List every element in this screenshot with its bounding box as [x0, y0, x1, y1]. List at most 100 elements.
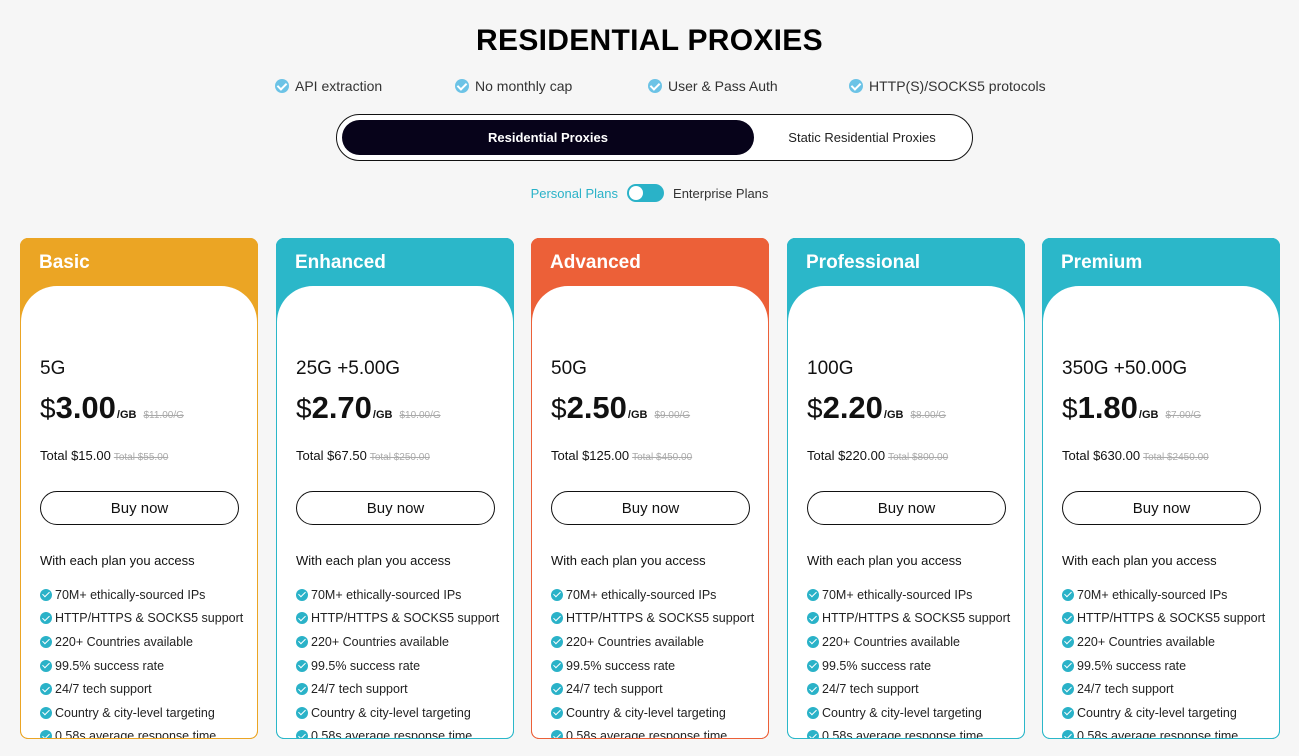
benefit-label: Country & city-level targeting [55, 705, 215, 720]
plan-total: Total $220.00 Total $800.00 [807, 448, 948, 463]
benefit-label: Country & city-level targeting [566, 705, 726, 720]
feature-item: HTTP(S)/SOCKS5 protocols [849, 78, 1046, 94]
benefit-item: 24/7 tech support [807, 677, 1010, 701]
tab-residential-proxies[interactable]: Residential Proxies [342, 120, 754, 155]
check-circle-icon [807, 683, 819, 696]
benefit-item: 220+ Countries available [1062, 630, 1265, 654]
benefit-item: 99.5% success rate [807, 654, 1010, 678]
price-amount: 2.70 [311, 390, 372, 425]
plan-type-toggle: Personal Plans Enterprise Plans [0, 184, 1299, 202]
benefit-item: 70M+ ethically-sourced IPs [551, 583, 754, 607]
personal-plans-label[interactable]: Personal Plans [531, 186, 618, 201]
check-circle-icon [296, 588, 308, 601]
buy-now-button[interactable]: Buy now [40, 491, 239, 525]
check-circle-icon [296, 683, 308, 696]
plan-name: Premium [1061, 252, 1143, 273]
plan-traffic: 350G +50.00G [1062, 358, 1188, 379]
page-title: RESIDENTIAL PROXIES [476, 24, 823, 57]
old-price: $7.00/G [1165, 410, 1202, 421]
plan-total: Total $630.00 Total $2450.00 [1062, 448, 1209, 463]
plan-body: 5G $3.00/GB $11.00/G Total $15.00 Total $55.… [21, 286, 257, 739]
plan-name: Professional [806, 252, 921, 273]
benefit-item: 70M+ ethically-sourced IPs [807, 583, 1010, 607]
check-circle-icon [648, 79, 662, 93]
benefit-item: HTTP/HTTPS & SOCKS5 support [40, 607, 243, 631]
plan-price: $3.00/GB $11.00/G [40, 390, 184, 426]
benefit-label: 220+ Countries available [1077, 634, 1215, 649]
benefit-item: 0.58s average response time [40, 725, 243, 739]
price-amount: 2.50 [566, 390, 627, 425]
benefit-label: 24/7 tech support [55, 682, 152, 697]
check-circle-icon [1062, 706, 1074, 719]
feature-item: User & Pass Auth [648, 78, 778, 94]
check-circle-icon [807, 730, 819, 739]
benefit-item: 70M+ ethically-sourced IPs [1062, 583, 1265, 607]
benefit-label: 220+ Countries available [566, 634, 704, 649]
buy-now-button[interactable]: Buy now [551, 491, 750, 525]
price-unit: /GB [372, 409, 393, 421]
plan-body: 50G $2.50/GB $9.00/G Total $125.00 Total $45… [532, 286, 768, 739]
total-price: Total $67.50 [296, 448, 367, 463]
buy-now-button[interactable]: Buy now [296, 491, 495, 525]
check-circle-icon [296, 635, 308, 648]
check-circle-icon [40, 588, 52, 601]
benefit-item: 99.5% success rate [1062, 654, 1265, 678]
buy-now-button[interactable]: Buy now [1062, 491, 1261, 525]
benefit-item: 0.58s average response time [296, 725, 499, 739]
check-circle-icon [296, 659, 308, 672]
old-total: Total $800.00 [888, 452, 949, 463]
benefit-label: 99.5% success rate [55, 658, 165, 673]
access-heading: With each plan you access [551, 553, 706, 568]
check-circle-icon [807, 706, 819, 719]
benefit-item: Country & city-level targeting [551, 701, 754, 725]
plan-name: Advanced [550, 252, 641, 273]
plan-traffic: 25G +5.00G [296, 358, 401, 379]
price-amount: 1.80 [1077, 390, 1138, 425]
buy-now-button[interactable]: Buy now [807, 491, 1006, 525]
benefit-item: 24/7 tech support [1062, 677, 1265, 701]
feature-label: User & Pass Auth [668, 78, 778, 94]
enterprise-plans-label[interactable]: Enterprise Plans [673, 186, 768, 201]
check-circle-icon [551, 588, 563, 601]
old-total: Total $2450.00 [1143, 452, 1209, 463]
benefit-label: 24/7 tech support [566, 682, 663, 697]
benefit-label: HTTP/HTTPS & SOCKS5 support [1077, 611, 1266, 626]
benefit-label: 99.5% success rate [822, 658, 932, 673]
check-circle-icon [275, 79, 289, 93]
benefit-label: HTTP/HTTPS & SOCKS5 support [566, 611, 755, 626]
benefit-label: 70M+ ethically-sourced IPs [311, 587, 462, 602]
plan-card: Premium 350G +50.00G $1.80/GB $7.00/G Total … [1042, 238, 1280, 739]
tab-static-residential-proxies[interactable]: Static Residential Proxies [757, 120, 967, 155]
price-amount: 2.20 [822, 390, 883, 425]
benefit-item: HTTP/HTTPS & SOCKS5 support [807, 607, 1010, 631]
benefit-label: 0.58s average response time [566, 729, 728, 739]
check-circle-icon [40, 635, 52, 648]
check-circle-icon [40, 683, 52, 696]
check-circle-icon [551, 730, 563, 739]
feature-label: No monthly cap [475, 78, 573, 94]
benefit-label: 0.58s average response time [1077, 729, 1239, 739]
benefit-item: 0.58s average response time [1062, 725, 1265, 739]
check-circle-icon [40, 706, 52, 719]
plan-name: Basic [39, 252, 90, 273]
benefit-label: HTTP/HTTPS & SOCKS5 support [311, 611, 500, 626]
plan-price: $2.70/GB $10.00/G [296, 390, 441, 426]
check-circle-icon [1062, 588, 1074, 601]
plan-price: $2.20/GB $8.00/G [807, 390, 946, 426]
price-amount: 3.00 [55, 390, 116, 425]
benefit-label: 99.5% success rate [311, 658, 421, 673]
plan-type-switch[interactable] [627, 184, 665, 202]
plan-card: Basic 5G $3.00/GB $11.00/G Total $15.00 Total… [20, 238, 258, 739]
feature-list: API extraction No monthly cap User & Pas… [0, 78, 1299, 98]
proxy-type-tabs: Residential Proxies Static Residential P… [336, 114, 973, 161]
old-price: $8.00/G [910, 410, 947, 421]
check-circle-icon [40, 730, 52, 739]
old-price: $11.00/G [143, 410, 184, 421]
check-circle-icon [807, 635, 819, 648]
benefit-label: 24/7 tech support [822, 682, 919, 697]
currency-symbol: $ [551, 393, 567, 424]
benefit-label: 99.5% success rate [566, 658, 676, 673]
plan-price: $1.80/GB $7.00/G [1062, 390, 1201, 426]
check-circle-icon [455, 79, 469, 93]
check-circle-icon [551, 612, 563, 625]
